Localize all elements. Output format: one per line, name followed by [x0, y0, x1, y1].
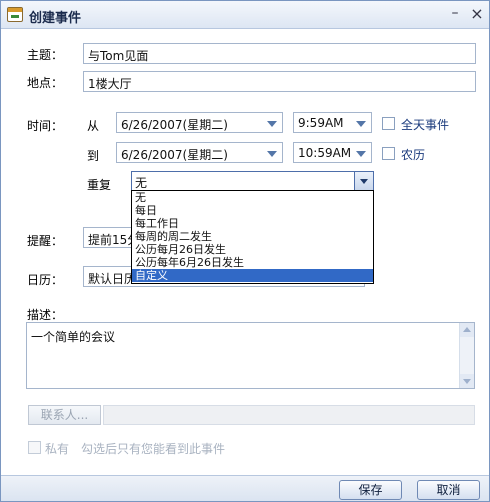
scroll-down-icon[interactable]: [460, 374, 474, 388]
all-day-label[interactable]: 全天事件: [401, 116, 449, 133]
repeat-label: 重复: [87, 178, 112, 192]
description-text: 一个简单的会议: [31, 330, 116, 344]
minimize-icon[interactable]: –: [447, 6, 463, 22]
create-event-dialog: 创建事件 – × 主题： 与Tom见面 地点： 1楼大厅 时间： 从 6/26/…: [0, 0, 490, 502]
repeat-option[interactable]: 每工作日: [132, 217, 373, 230]
chevron-down-icon: [267, 151, 277, 157]
description-label: 描述：: [27, 308, 64, 322]
to-time-select[interactable]: 10:59AM: [293, 142, 372, 163]
to-date-select[interactable]: 6/26/2007(星期二): [116, 142, 283, 163]
all-day-checkbox[interactable]: [382, 117, 395, 130]
from-date-select[interactable]: 6/26/2007(星期二): [116, 112, 283, 133]
calendar-label: 日历：: [27, 273, 64, 287]
from-date-value: 6/26/2007(星期二): [121, 118, 228, 132]
lunar-checkbox[interactable]: [382, 147, 395, 160]
calendar-icon: [7, 7, 23, 22]
chevron-down-icon: [267, 121, 277, 127]
repeat-option[interactable]: 公历每年6月26日发生: [132, 256, 373, 269]
contacts-button[interactable]: 联系人...: [28, 405, 101, 425]
chevron-down-icon: [356, 151, 366, 157]
description-scrollbar[interactable]: [459, 323, 474, 388]
repeat-option-highlighted[interactable]: 自定义: [132, 269, 373, 282]
subject-input[interactable]: 与Tom见面: [83, 43, 476, 64]
from-time-select[interactable]: 9:59AM: [293, 112, 372, 133]
title-bar[interactable]: 创建事件 – ×: [1, 1, 489, 29]
location-label: 地点：: [27, 76, 64, 90]
to-label: 到: [87, 149, 100, 163]
private-hint: 勾选后只有您能看到此事件: [81, 442, 226, 456]
repeat-option[interactable]: 每周的周二发生: [132, 230, 373, 243]
dialog-title: 创建事件: [29, 11, 82, 26]
location-input[interactable]: 1楼大厅: [83, 71, 476, 92]
lunar-label[interactable]: 农历: [401, 146, 425, 163]
repeat-option[interactable]: 无: [132, 191, 373, 204]
reminder-label: 提醒：: [27, 234, 64, 248]
chevron-down-icon: [356, 121, 366, 127]
private-label: 私有: [45, 442, 70, 456]
from-time-value: 9:59AM: [298, 116, 344, 130]
footer-bar: [1, 475, 489, 501]
subject-label: 主题：: [27, 48, 64, 62]
repeat-selected-value: 无: [135, 176, 148, 190]
cancel-button[interactable]: 取消: [417, 480, 480, 500]
repeat-option[interactable]: 每日: [132, 204, 373, 217]
close-icon[interactable]: ×: [469, 6, 485, 22]
contacts-field: [103, 405, 475, 425]
repeat-option[interactable]: 公历每月26日发生: [132, 243, 373, 256]
to-time-value: 10:59AM: [298, 146, 352, 160]
from-label: 从: [87, 119, 100, 133]
save-button[interactable]: 保存: [339, 480, 402, 500]
description-textarea[interactable]: 一个简单的会议: [26, 322, 475, 389]
to-date-value: 6/26/2007(星期二): [121, 148, 228, 162]
repeat-dropdown-list: 无 每日 每工作日 每周的周二发生 公历每月26日发生 公历每年6月26日发生 …: [131, 190, 374, 284]
scroll-up-icon[interactable]: [460, 323, 474, 337]
repeat-select[interactable]: 无: [131, 171, 374, 191]
private-checkbox[interactable]: [28, 441, 41, 454]
time-label: 时间：: [27, 119, 64, 133]
chevron-down-icon[interactable]: [354, 172, 373, 190]
